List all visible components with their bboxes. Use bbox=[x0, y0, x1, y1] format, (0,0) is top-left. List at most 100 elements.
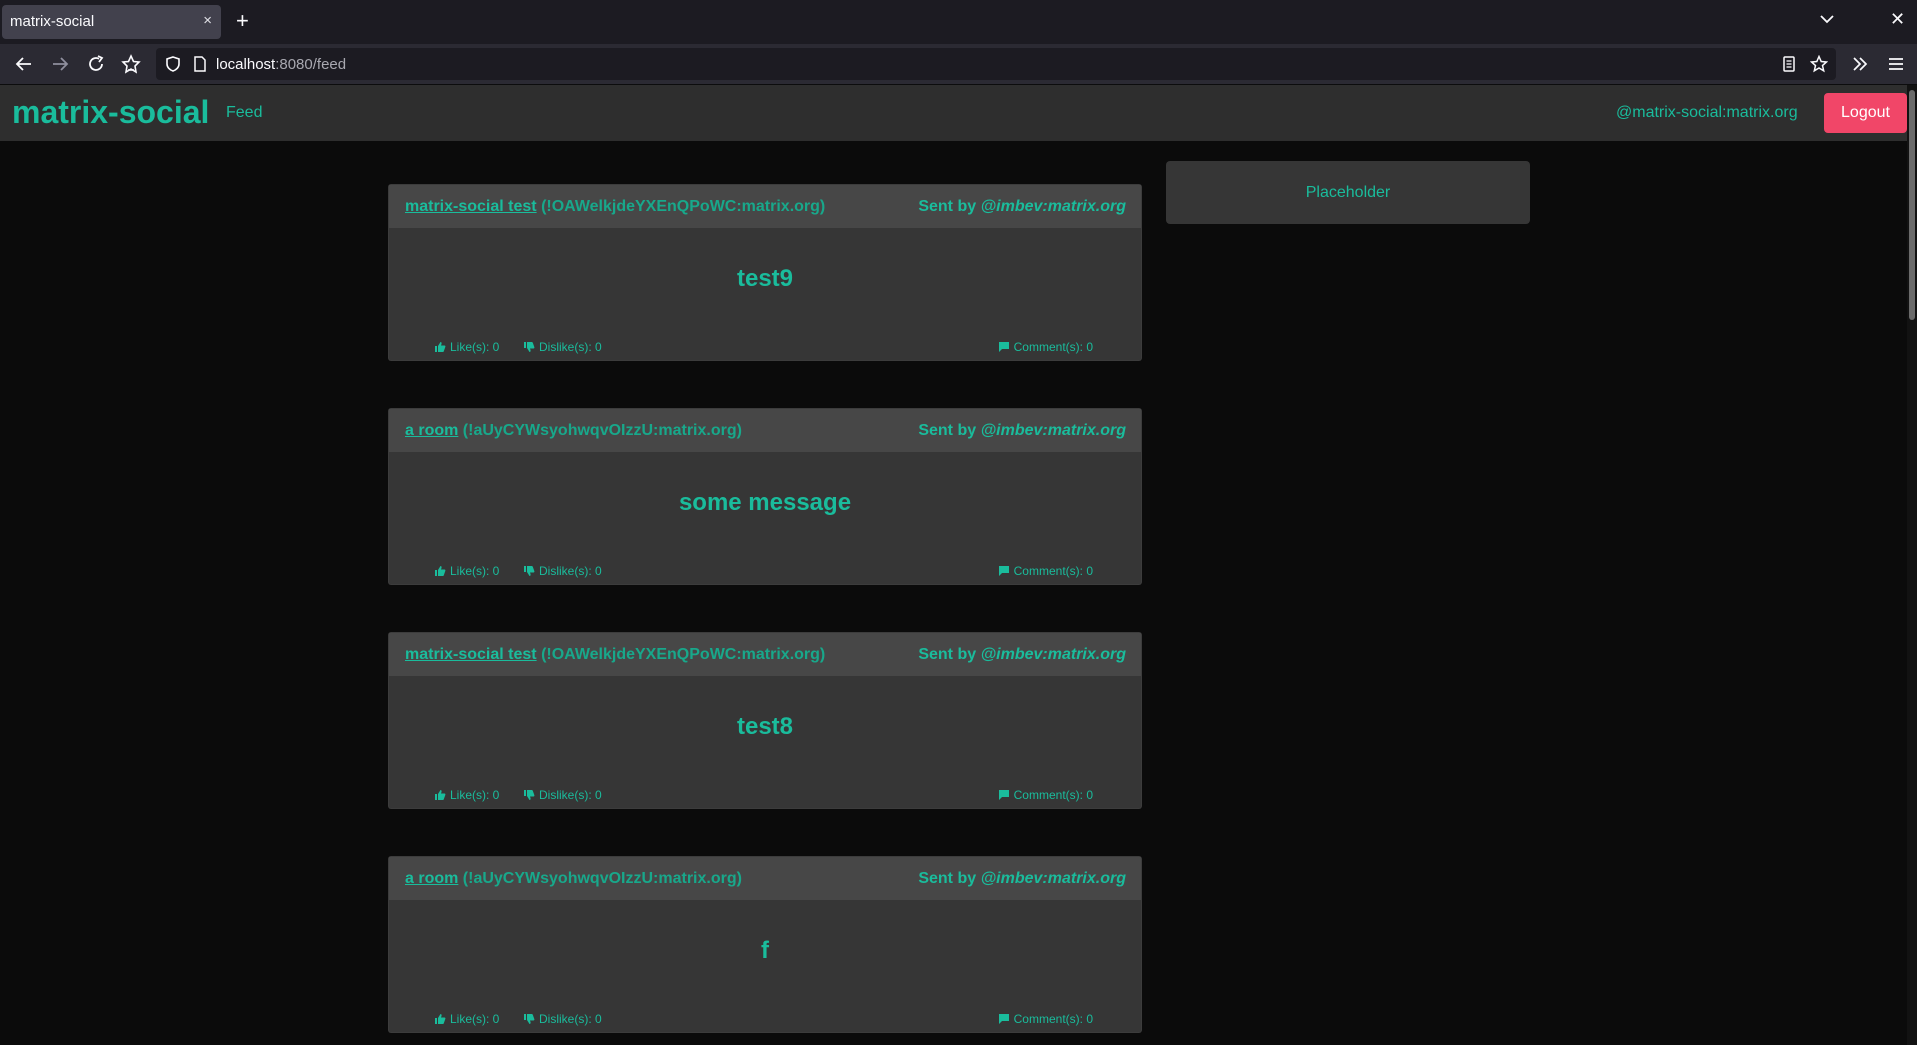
post-body: f bbox=[761, 937, 769, 964]
browser-tab-bar: matrix-social × + ✕ bbox=[0, 0, 1917, 44]
bookmark-star-icon[interactable] bbox=[1810, 55, 1828, 73]
like-count: Like(s): 0 bbox=[450, 788, 500, 802]
comment-count: Comment(s): 0 bbox=[1013, 564, 1093, 578]
sent-by-label: Sent by bbox=[918, 646, 977, 663]
comment-icon bbox=[998, 790, 1009, 800]
room-id: (!aUyCYWsyohwqvOIzzU:matrix.org) bbox=[462, 422, 742, 439]
comment-icon bbox=[998, 342, 1009, 352]
room-id: (!OAWelkjdeYXEnQPoWC:matrix.org) bbox=[541, 198, 826, 215]
room-link[interactable]: matrix-social test bbox=[405, 646, 537, 663]
comment-button[interactable]: Comment(s): 0 bbox=[998, 564, 1093, 578]
comment-count: Comment(s): 0 bbox=[1013, 788, 1093, 802]
feed-post: a room (!aUyCYWsyohwqvOIzzU:matrix.org) … bbox=[389, 857, 1141, 1032]
tab-title: matrix-social bbox=[10, 13, 95, 30]
dislike-count: Dislike(s): 0 bbox=[539, 788, 602, 802]
forward-icon[interactable] bbox=[49, 53, 71, 75]
url-path: :8080/feed bbox=[275, 56, 347, 73]
post-body: test9 bbox=[736, 265, 794, 292]
post-sender: Sent by @imbev:matrix.org bbox=[918, 198, 1126, 216]
like-button[interactable]: Like(s): 0 bbox=[434, 1012, 499, 1026]
like-button[interactable]: Like(s): 0 bbox=[434, 564, 499, 578]
comment-icon bbox=[998, 566, 1009, 576]
reload-icon[interactable] bbox=[85, 53, 107, 75]
comment-icon bbox=[998, 1014, 1009, 1024]
post-header: a room (!aUyCYWsyohwqvOIzzU:matrix.org) … bbox=[389, 857, 1141, 900]
comment-count: Comment(s): 0 bbox=[1013, 1012, 1093, 1026]
post-room: matrix-social test (!OAWelkjdeYXEnQPoWC:… bbox=[405, 198, 825, 216]
post-body: some message bbox=[678, 489, 852, 516]
sender-user[interactable]: @imbev:matrix.org bbox=[981, 198, 1126, 215]
thumbs-up-icon bbox=[435, 566, 446, 576]
feed-post: a room (!aUyCYWsyohwqvOIzzU:matrix.org) … bbox=[389, 409, 1141, 584]
menu-icon[interactable] bbox=[1885, 53, 1907, 75]
dislike-button[interactable]: Dislike(s): 0 bbox=[523, 1012, 602, 1026]
comment-button[interactable]: Comment(s): 0 bbox=[998, 340, 1093, 354]
feed-post: matrix-social test (!OAWelkjdeYXEnQPoWC:… bbox=[389, 633, 1141, 808]
sidebar-placeholder: Placeholder bbox=[1166, 161, 1530, 224]
window-close-icon[interactable]: ✕ bbox=[1890, 9, 1905, 30]
dislike-count: Dislike(s): 0 bbox=[539, 1012, 602, 1026]
like-button[interactable]: Like(s): 0 bbox=[434, 340, 499, 354]
thumbs-down-icon bbox=[524, 1014, 535, 1024]
room-id: (!aUyCYWsyohwqvOIzzU:matrix.org) bbox=[462, 870, 742, 887]
feed-post: matrix-social test (!OAWelkjdeYXEnQPoWC:… bbox=[389, 185, 1141, 360]
brand-logo[interactable]: matrix-social bbox=[12, 94, 209, 131]
thumbs-up-icon bbox=[435, 342, 446, 352]
room-link[interactable]: a room bbox=[405, 422, 458, 439]
dislike-button[interactable]: Dislike(s): 0 bbox=[523, 788, 602, 802]
logout-button[interactable]: Logout bbox=[1824, 93, 1907, 133]
browser-tab[interactable]: matrix-social × bbox=[2, 5, 221, 39]
post-sender: Sent by @imbev:matrix.org bbox=[918, 870, 1126, 888]
dislike-button[interactable]: Dislike(s): 0 bbox=[523, 564, 602, 578]
dislike-count: Dislike(s): 0 bbox=[539, 564, 602, 578]
comment-button[interactable]: Comment(s): 0 bbox=[998, 1012, 1093, 1026]
url-host: localhost bbox=[216, 56, 276, 73]
comment-count: Comment(s): 0 bbox=[1013, 340, 1093, 354]
url-text[interactable]: localhost:8080/feed bbox=[216, 56, 346, 73]
post-room: matrix-social test (!OAWelkjdeYXEnQPoWC:… bbox=[405, 646, 825, 664]
home-icon[interactable] bbox=[120, 53, 142, 75]
room-link[interactable]: matrix-social test bbox=[405, 198, 537, 215]
like-count: Like(s): 0 bbox=[450, 340, 500, 354]
post-actions: Like(s): 0 Dislike(s): 0 Comment(s): 0 bbox=[389, 564, 1141, 580]
thumbs-down-icon bbox=[524, 566, 535, 576]
sender-user[interactable]: @imbev:matrix.org bbox=[981, 870, 1126, 887]
comment-button[interactable]: Comment(s): 0 bbox=[998, 788, 1093, 802]
room-id: (!OAWelkjdeYXEnQPoWC:matrix.org) bbox=[541, 646, 826, 663]
like-button[interactable]: Like(s): 0 bbox=[434, 788, 499, 802]
new-tab-icon[interactable]: + bbox=[236, 7, 249, 35]
post-body: test8 bbox=[736, 713, 794, 740]
sender-user[interactable]: @imbev:matrix.org bbox=[981, 422, 1126, 439]
tab-close-icon[interactable]: × bbox=[203, 12, 212, 29]
sender-user[interactable]: @imbev:matrix.org bbox=[981, 646, 1126, 663]
post-sender: Sent by @imbev:matrix.org bbox=[918, 422, 1126, 440]
page-scrollbar-thumb[interactable] bbox=[1909, 90, 1915, 320]
nav-link-feed[interactable]: Feed bbox=[226, 104, 262, 122]
post-header: matrix-social test (!OAWelkjdeYXEnQPoWC:… bbox=[389, 633, 1141, 676]
thumbs-up-icon bbox=[435, 790, 446, 800]
sent-by-label: Sent by bbox=[918, 870, 977, 887]
room-link[interactable]: a room bbox=[405, 870, 458, 887]
post-actions: Like(s): 0 Dislike(s): 0 Comment(s): 0 bbox=[389, 1012, 1141, 1028]
thumbs-down-icon bbox=[524, 342, 535, 352]
shield-icon[interactable] bbox=[164, 55, 182, 73]
post-header: a room (!aUyCYWsyohwqvOIzzU:matrix.org) … bbox=[389, 409, 1141, 452]
page-icon[interactable] bbox=[191, 55, 209, 73]
post-sender: Sent by @imbev:matrix.org bbox=[918, 646, 1126, 664]
thumbs-up-icon bbox=[435, 1014, 446, 1024]
current-user-id[interactable]: @matrix-social:matrix.org bbox=[1616, 104, 1798, 122]
post-header: matrix-social test (!OAWelkjdeYXEnQPoWC:… bbox=[389, 185, 1141, 228]
post-room: a room (!aUyCYWsyohwqvOIzzU:matrix.org) bbox=[405, 870, 742, 888]
dislike-button[interactable]: Dislike(s): 0 bbox=[523, 340, 602, 354]
list-all-tabs-icon[interactable] bbox=[1818, 10, 1836, 28]
dislike-count: Dislike(s): 0 bbox=[539, 340, 602, 354]
sent-by-label: Sent by bbox=[918, 198, 977, 215]
browser-nav-bar: localhost:8080/feed bbox=[0, 44, 1917, 85]
back-icon[interactable] bbox=[13, 53, 35, 75]
overflow-chevron-icon[interactable] bbox=[1849, 53, 1871, 75]
reader-view-icon[interactable] bbox=[1780, 55, 1798, 73]
like-count: Like(s): 0 bbox=[450, 564, 500, 578]
app-header: matrix-social Feed @matrix-social:matrix… bbox=[0, 85, 1907, 141]
url-bar[interactable]: localhost:8080/feed bbox=[156, 48, 1836, 80]
like-count: Like(s): 0 bbox=[450, 1012, 500, 1026]
